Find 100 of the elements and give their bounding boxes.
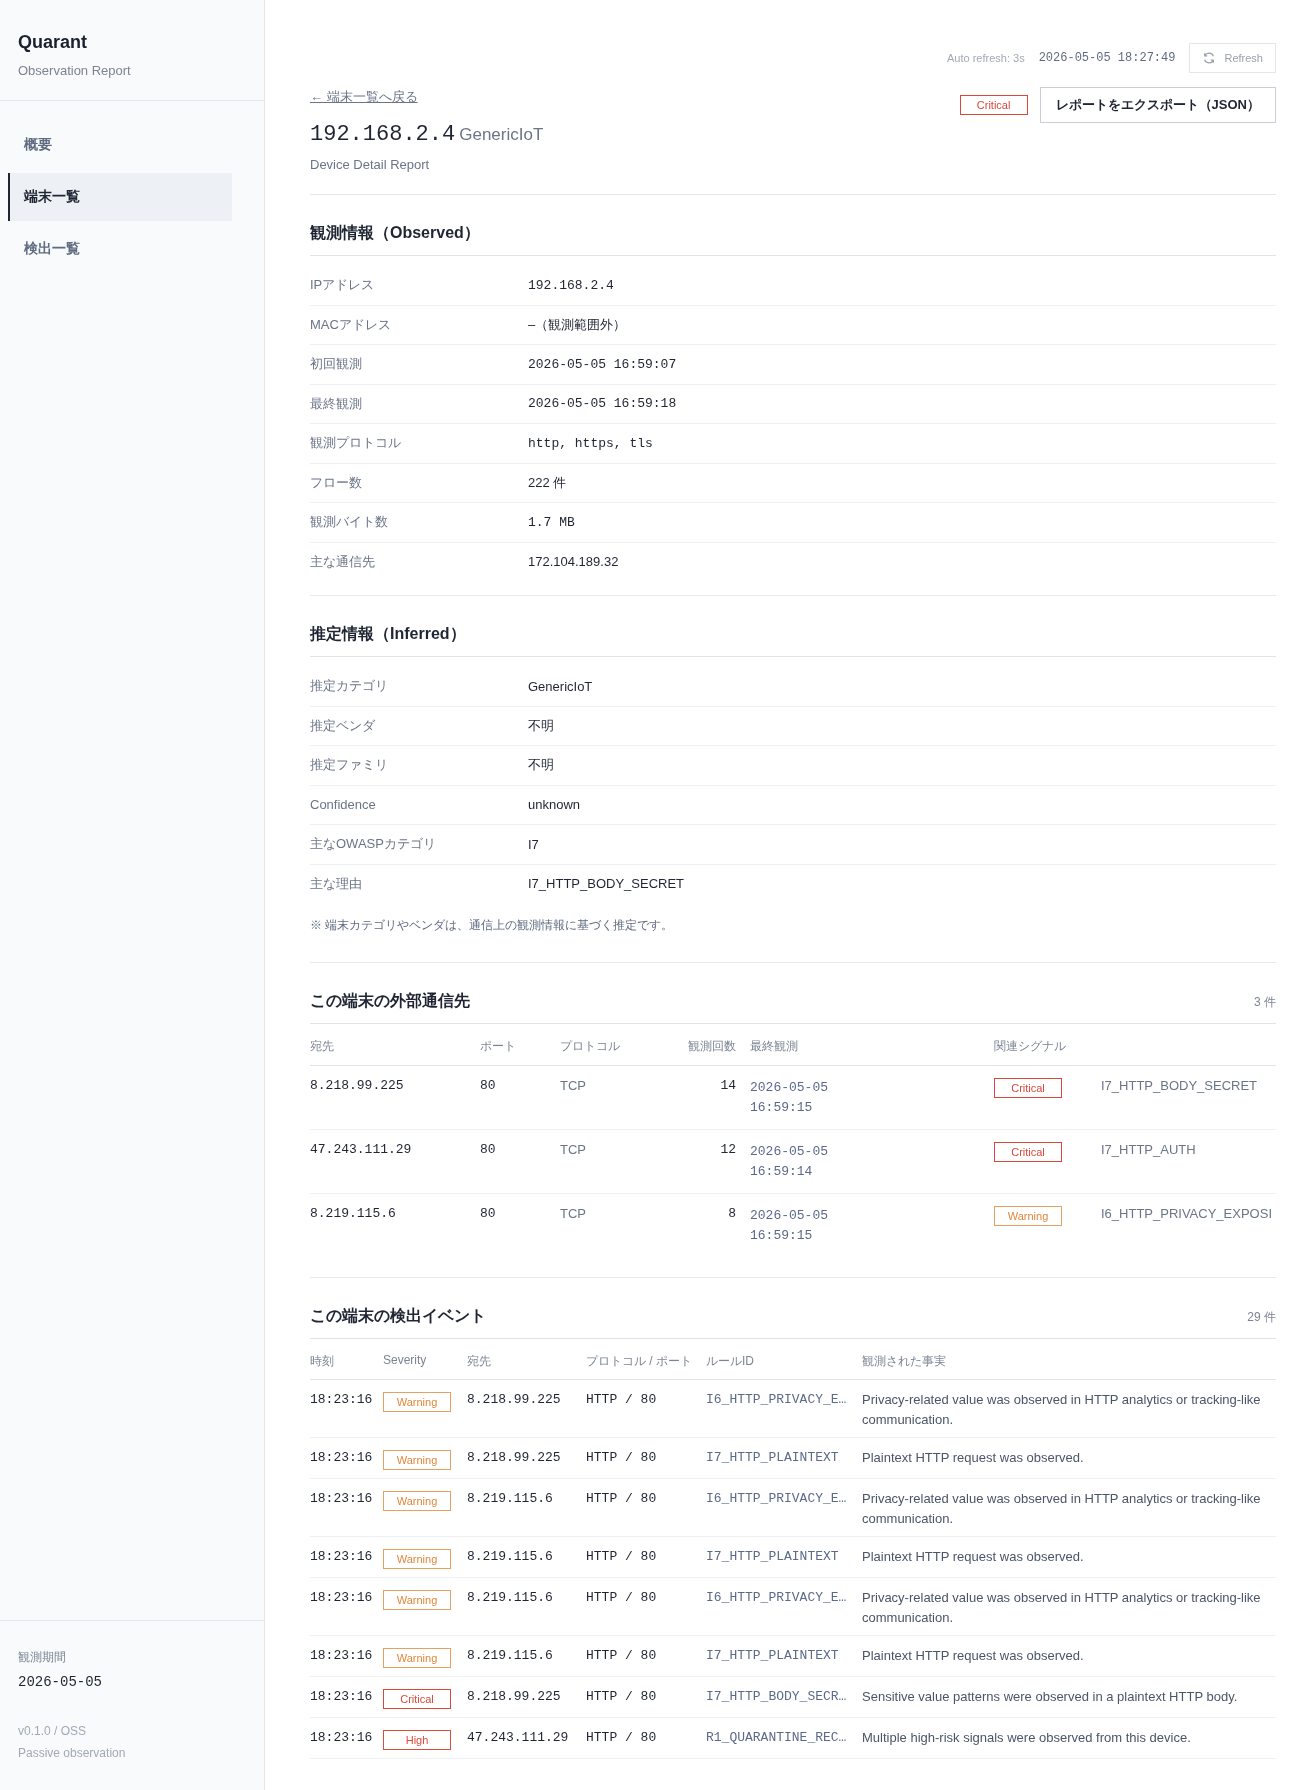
table-cell-text: TCP	[560, 1078, 587, 1093]
severity-badge: Warning	[383, 1491, 451, 1511]
table-cell-text: 47.243.111.29	[467, 1730, 570, 1745]
field-label: 主な通信先	[310, 552, 376, 571]
table-cell-text: 18:23:16	[310, 1491, 374, 1506]
table-cell-text: 47.243.111.29	[310, 1142, 413, 1157]
table-cell-text: 18:23:16	[310, 1392, 374, 1407]
table-cell-text: 2026-05-05 16:59:15	[750, 1079, 829, 1117]
sidebar-item[interactable]: 概要	[8, 121, 232, 169]
table-cell-text: Plaintext HTTP request was observed.	[862, 1449, 1085, 1467]
table-cell-text: HTTP / 80	[586, 1450, 658, 1465]
field-label: 観測プロトコル	[310, 434, 402, 453]
section-title: この端末の検出イベント	[310, 1306, 486, 1326]
table-cell-text: Privacy-related value was observed in HTTP analytics or tracking-like communication.	[862, 1490, 1262, 1528]
brand-subtitle: Observation Report	[18, 63, 132, 78]
field-value: 2026-05-05 16:59:18	[528, 396, 677, 412]
table-cell-text: 18:23:16	[310, 1730, 374, 1745]
severity-badge: Warning	[383, 1590, 451, 1610]
table-cell-text: I7_HTTP_BODY_SECRET	[1101, 1078, 1259, 1093]
device-category: GenericIoT	[459, 125, 544, 145]
field-value: I7_HTTP_BODY_SECRET	[528, 876, 685, 892]
export-button[interactable]: レポートをエクスポート（JSON）	[1039, 87, 1276, 123]
table-cell-text: Multiple high-risk signals were observed from this device.	[862, 1729, 1192, 1747]
sidebar-item[interactable]: 検出一覧	[8, 225, 232, 273]
table-cell-text: 8.219.115.6	[310, 1206, 397, 1221]
table-cell-text: HTTP / 80	[586, 1549, 658, 1564]
table-cell-text: 18:23:16	[310, 1450, 374, 1465]
column-header: 関連シグナル	[994, 1038, 1067, 1055]
field-label: MACアドレス	[310, 315, 392, 334]
severity-badge: Warning	[383, 1648, 451, 1668]
column-header: 観測された事実	[862, 1353, 947, 1370]
refresh-icon	[1202, 51, 1217, 65]
table-cell-text: 8.218.99.225	[310, 1078, 405, 1093]
column-header: Severity	[383, 1353, 428, 1369]
table-cell-text: I7_HTTP_BODY_SECR…	[706, 1689, 848, 1705]
severity-badge: Warning	[994, 1206, 1062, 1226]
table-cell-text: 80	[480, 1142, 497, 1157]
field-label: 推定カテゴリ	[310, 677, 389, 696]
field-value: I7	[528, 836, 539, 852]
column-header: プロトコル	[560, 1038, 621, 1055]
table-cell-text: 8	[727, 1206, 737, 1221]
table-cell-text: 12	[719, 1142, 737, 1157]
field-label: 主な理由	[310, 874, 363, 893]
table-cell-text: Plaintext HTTP request was observed.	[862, 1647, 1085, 1665]
table-cell-text: 8.219.115.6	[467, 1590, 554, 1605]
table-cell-text: I6_HTTP_PRIVACY_E…	[706, 1491, 848, 1507]
table-cell-text: R1_QUARANTINE_REC…	[706, 1730, 848, 1746]
table-cell-text: TCP	[560, 1206, 587, 1221]
sidebar-item[interactable]: 端末一覧	[8, 173, 232, 221]
field-label: 初回観測	[310, 355, 363, 374]
table-cell-text: 8.218.99.225	[467, 1450, 562, 1465]
column-header: 宛先	[467, 1353, 492, 1370]
severity-badge: Critical	[383, 1689, 451, 1709]
field-value: 192.168.2.4	[528, 277, 614, 293]
table-cell-text: TCP	[560, 1142, 587, 1157]
table-cell-text: HTTP / 80	[586, 1689, 658, 1704]
table-cell-text: I7_HTTP_PLAINTEXT	[706, 1549, 840, 1565]
table-cell-text: Privacy-related value was observed in HTTP analytics or tracking-like communication.	[862, 1391, 1262, 1429]
mode-text: Passive observation	[18, 1746, 127, 1760]
table-cell-text: 18:23:16	[310, 1590, 374, 1605]
table-cell-text: 18:23:16	[310, 1689, 374, 1704]
severity-badge: High	[383, 1730, 451, 1750]
table-cell-text: HTTP / 80	[586, 1392, 658, 1407]
section-title: 推定情報（Inferred）	[310, 596, 1276, 657]
count-text: 3 件	[1254, 994, 1276, 1011]
column-header: 最終観測	[750, 1038, 799, 1055]
column-header: ルールID	[706, 1353, 755, 1370]
report-subtitle: Device Detail Report	[310, 157, 431, 172]
field-label: 最終観測	[310, 394, 363, 413]
note-text: ※ 端末カテゴリやベンダは、通信上の観測情報に基づく推定です。	[310, 917, 675, 934]
field-label: IPアドレス	[310, 276, 376, 295]
auto-refresh-text: Auto refresh: 3s	[947, 52, 1025, 64]
field-value: GenericIoT	[528, 678, 593, 694]
field-value: 172.104.189.32	[528, 554, 619, 570]
table-cell-text: HTTP / 80	[586, 1491, 658, 1506]
field-value: 222 件	[528, 473, 567, 492]
field-label: 推定ファミリ	[310, 756, 389, 775]
field-value: –（観測範囲外）	[528, 315, 627, 334]
table-cell-text: 80	[480, 1206, 497, 1221]
back-link[interactable]: ← 端末一覧へ戻る	[310, 89, 418, 104]
table-cell-text: I6_HTTP_PRIVACY_E…	[706, 1392, 848, 1408]
section-title: 観測情報（Observed）	[310, 195, 1276, 256]
severity-badge: Warning	[383, 1392, 451, 1412]
table-cell-text: 2026-05-05 16:59:15	[750, 1207, 829, 1245]
table-cell-text: I7_HTTP_AUTH	[1101, 1142, 1197, 1157]
table-cell-text: HTTP / 80	[586, 1648, 658, 1663]
table-cell-text: I6_HTTP_PRIVACY_EXPOSI	[1101, 1206, 1273, 1221]
table-cell-text: 80	[480, 1078, 497, 1093]
field-value: 不明	[528, 756, 554, 775]
refresh-button[interactable]: Refresh	[1189, 43, 1276, 73]
table-cell-text: HTTP / 80	[586, 1590, 658, 1605]
field-value: 2026-05-05 16:59:07	[528, 356, 677, 372]
severity-badge: Warning	[383, 1549, 451, 1569]
severity-badge: Critical	[994, 1078, 1062, 1098]
device-ip: 192.168.2.4	[310, 122, 456, 147]
brand-name: Quarant	[18, 32, 88, 53]
field-label: 主なOWASPカテゴリ	[310, 835, 437, 854]
severity-badge: Warning	[383, 1450, 451, 1470]
period-label: 観測期間	[18, 1649, 67, 1666]
table-cell-text: I6_HTTP_PRIVACY_E…	[706, 1590, 848, 1606]
